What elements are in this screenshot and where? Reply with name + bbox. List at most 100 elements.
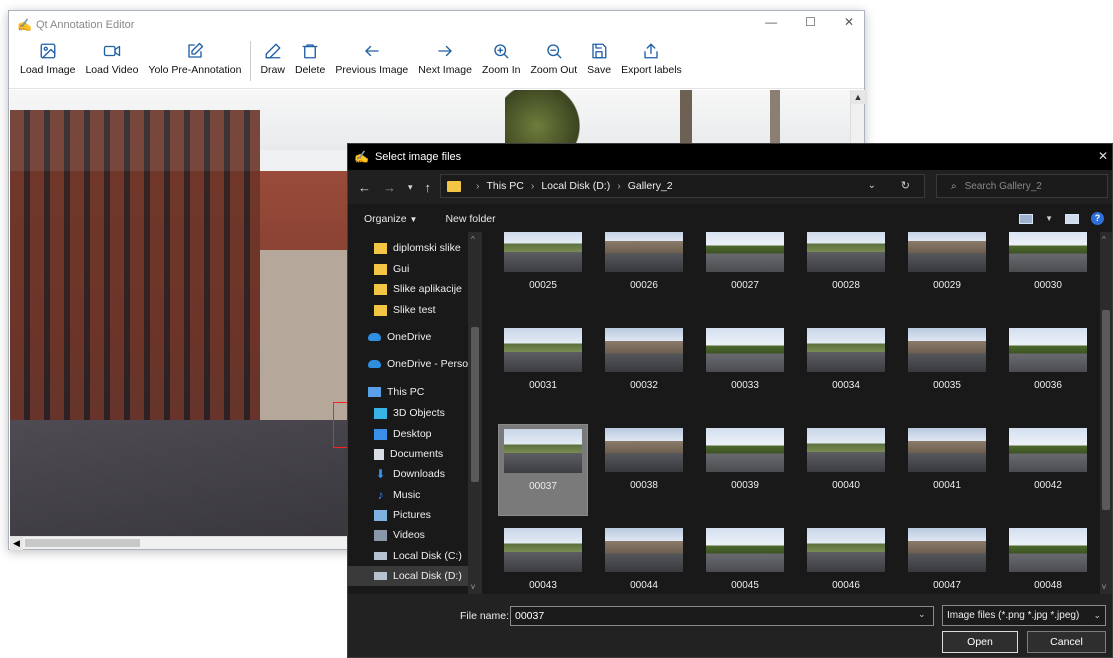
file-item[interactable]: 00032 — [599, 324, 689, 416]
chevron-down-icon[interactable]: ▼ — [1045, 214, 1053, 223]
address-bar[interactable]: › This PC › Local Disk (D:) › Gallery_2 … — [440, 174, 925, 198]
breadcrumb-this-pc[interactable]: This PC — [487, 180, 524, 192]
nav-item-local-disk-c[interactable]: Local Disk (C:) — [348, 546, 462, 566]
load-image-button[interactable]: Load Image — [15, 39, 80, 76]
scroll-down-icon[interactable]: v — [1102, 582, 1106, 591]
save-button[interactable]: Save — [582, 39, 616, 76]
horizontal-scroll-thumb[interactable] — [25, 539, 140, 547]
drive-icon — [374, 572, 387, 580]
scroll-up-icon[interactable]: ^ — [1102, 235, 1106, 244]
file-type-select[interactable]: Image files (*.png *.jpg *.jpeg) ⌄ — [942, 605, 1106, 626]
nav-item-pictures[interactable]: Pictures — [348, 505, 431, 525]
nav-item-3d-objects[interactable]: 3D Objects — [348, 403, 445, 423]
file-item[interactable]: 00046 — [801, 524, 891, 594]
search-input[interactable]: ⌕ Search Gallery_2 — [936, 174, 1108, 198]
scroll-up-icon[interactable]: ▲ — [851, 90, 865, 104]
file-item[interactable]: 00039 — [700, 424, 790, 516]
forward-icon[interactable]: → — [383, 180, 396, 195]
file-item[interactable]: 00037 — [498, 424, 588, 516]
file-item[interactable]: 00026 — [599, 232, 689, 316]
breadcrumb-gallery[interactable]: Gallery_2 — [628, 180, 673, 192]
file-item[interactable]: 00045 — [700, 524, 790, 594]
chevron-down-icon[interactable]: ⌄ — [918, 609, 926, 620]
previous-image-button[interactable]: Previous Image — [330, 39, 413, 76]
nav-item-slike-aplikacije[interactable]: Slike aplikacije — [348, 279, 462, 299]
file-item[interactable]: 00027 — [700, 232, 790, 316]
file-item[interactable]: 00035 — [902, 324, 992, 416]
close-icon[interactable]: ✕ — [844, 15, 854, 29]
nav-item-downloads[interactable]: ⬇ Downloads — [348, 464, 444, 484]
export-labels-button[interactable]: Export labels — [616, 39, 687, 76]
scroll-down-icon[interactable]: v — [471, 582, 475, 591]
search-placeholder: Search Gallery_2 — [964, 180, 1042, 192]
navigation-pane-scrollbar[interactable]: ^ v — [468, 232, 482, 594]
zoom-in-button[interactable]: Zoom In — [477, 39, 526, 76]
cancel-button[interactable]: Cancel — [1027, 631, 1106, 653]
file-thumbnail — [605, 428, 683, 472]
file-item[interactable]: 00029 — [902, 232, 992, 316]
up-icon[interactable]: ↑ — [425, 180, 432, 195]
nav-item-this-pc[interactable]: This PC — [348, 382, 424, 402]
file-item[interactable]: 00028 — [801, 232, 891, 316]
file-item[interactable]: 00048 — [1003, 524, 1093, 594]
scroll-left-icon[interactable]: ◀ — [10, 537, 23, 550]
nav-item-gui[interactable]: Gui — [348, 259, 409, 279]
next-image-button[interactable]: Next Image — [413, 39, 477, 76]
nav-item-label: Music — [393, 489, 421, 501]
maximize-icon[interactable]: ☐ — [805, 15, 816, 29]
file-item[interactable]: 00038 — [599, 424, 689, 516]
organize-button[interactable]: Organize ▼ — [364, 213, 417, 225]
dialog-footer: File name: ⌄ Image files (*.png *.jpg *.… — [348, 594, 1112, 657]
file-item[interactable]: 00025 — [498, 232, 588, 316]
delete-button[interactable]: Delete — [290, 39, 330, 76]
nav-item-diplomski-slike[interactable]: diplomski slike — [348, 238, 461, 258]
nav-item-music[interactable]: ♪ Music — [348, 485, 421, 505]
scroll-up-icon[interactable]: ^ — [471, 235, 475, 244]
new-folder-button[interactable]: New folder — [445, 213, 495, 225]
file-name: 00042 — [1034, 480, 1062, 491]
file-grid-scroll-thumb[interactable] — [1102, 310, 1110, 510]
file-item[interactable]: 00044 — [599, 524, 689, 594]
file-item[interactable]: 00030 — [1003, 232, 1093, 316]
change-view-icon[interactable] — [1019, 213, 1034, 224]
preview-pane-icon[interactable] — [1065, 213, 1079, 224]
back-icon[interactable]: ← — [358, 180, 371, 195]
zoom-out-button[interactable]: Zoom Out — [525, 39, 582, 76]
refresh-icon[interactable]: ↻ — [901, 179, 910, 192]
breadcrumb-local-disk-d[interactable]: Local Disk (D:) — [541, 180, 610, 192]
file-name-input[interactable] — [510, 606, 934, 626]
open-button[interactable]: Open — [942, 631, 1018, 653]
chevron-down-icon[interactable]: ⌄ — [868, 180, 876, 191]
file-item[interactable]: 00034 — [801, 324, 891, 416]
nav-item-slike-test[interactable]: Slike test — [348, 300, 436, 320]
recent-locations-icon[interactable]: ▾ — [408, 182, 413, 193]
nav-item-onedrive[interactable]: OneDrive — [348, 327, 431, 347]
file-item[interactable]: 00036 — [1003, 324, 1093, 416]
file-item[interactable]: 00031 — [498, 324, 588, 416]
folder-icon — [374, 263, 387, 275]
nav-item-desktop[interactable]: Desktop — [348, 424, 432, 444]
nav-item-local-disk-d[interactable]: Local Disk (D:) — [348, 566, 478, 586]
main-titlebar: ✍ Qt Annotation Editor — [9, 11, 864, 39]
nav-item-documents[interactable]: Documents — [348, 444, 443, 464]
file-name: 00044 — [630, 580, 658, 591]
file-name: 00026 — [630, 280, 658, 291]
nav-item-onedrive-persor[interactable]: OneDrive - Persor — [348, 354, 472, 374]
file-item[interactable]: 00042 — [1003, 424, 1093, 516]
dialog-close-icon[interactable]: ✕ — [1098, 149, 1108, 163]
nav-item-videos[interactable]: Videos — [348, 525, 425, 545]
file-thumbnail — [807, 328, 885, 372]
file-item[interactable]: 00047 — [902, 524, 992, 594]
minimize-icon[interactable]: — — [765, 15, 777, 29]
computer-icon — [368, 387, 381, 397]
draw-button[interactable]: Draw — [255, 39, 290, 76]
load-video-button[interactable]: Load Video — [80, 39, 143, 76]
navigation-scroll-thumb[interactable] — [471, 327, 479, 482]
file-item[interactable]: 00040 — [801, 424, 891, 516]
file-item[interactable]: 00041 — [902, 424, 992, 516]
file-item[interactable]: 00043 — [498, 524, 588, 594]
file-item[interactable]: 00033 — [700, 324, 790, 416]
help-icon[interactable]: ? — [1091, 212, 1104, 225]
yolo-pre-annotation-button[interactable]: Yolo Pre-Annotation — [143, 39, 246, 76]
file-grid-scrollbar[interactable]: ^ v — [1100, 232, 1112, 594]
